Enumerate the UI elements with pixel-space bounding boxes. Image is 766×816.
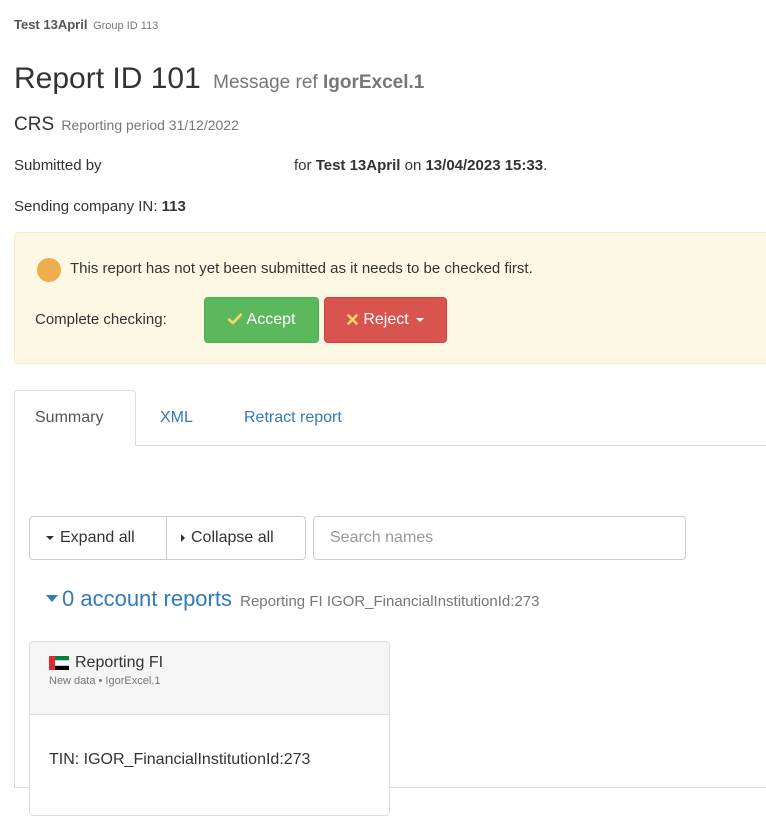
caret-down-icon: [46, 536, 54, 540]
report-page: Test 13April Group ID 113 Report ID 101 …: [0, 0, 766, 816]
reject-label: Reject: [363, 311, 409, 328]
complete-checking-label: Complete checking:: [35, 311, 167, 328]
report-type-line: CRS Reporting period 31/12/2022: [14, 114, 239, 136]
report-id: Report ID 101: [14, 62, 201, 95]
account-reports-count: 0 account reports: [62, 586, 232, 611]
tabs-area: Summary XML Retract report Expand all Co…: [14, 390, 766, 816]
reject-button[interactable]: Reject: [324, 297, 447, 343]
group-line: Test 13April Group ID 113: [14, 17, 158, 32]
tab-retract-report[interactable]: Retract report: [224, 390, 362, 446]
collapse-all-button[interactable]: Collapse all: [166, 517, 288, 559]
fi-panel-header: Reporting FI New data • IgorExcel.1: [30, 642, 389, 715]
caret-down-icon: [46, 595, 58, 603]
fi-title: Reporting FI: [75, 654, 164, 671]
submitted-by-label: Submitted by: [14, 157, 102, 174]
summary-panel: Expand all Collapse all 0 account report…: [14, 445, 766, 816]
message-ref-value: IgorExcel.1: [322, 72, 425, 93]
reporting-period: Reporting period 31/12/2022: [61, 117, 239, 133]
checkmark-icon: [227, 312, 242, 328]
search-names-input[interactable]: [313, 516, 686, 560]
group-id: Group ID 113: [93, 20, 159, 32]
reporting-fi-summary: Reporting FI IGOR_FinancialInstitutionId…: [240, 593, 540, 610]
expand-collapse-group: Expand all Collapse all: [29, 516, 306, 560]
tab-xml[interactable]: XML: [140, 390, 213, 446]
fi-subtitle: New data • IgorExcel.1: [49, 675, 161, 687]
submission-datetime: 13/04/2023 15:33: [425, 157, 544, 174]
submission-details: for Test 13April on 13/04/2023 15:33.: [294, 157, 548, 174]
page-title: Report ID 101 Message ref IgorExcel.1: [14, 62, 424, 96]
submitted-for: Test 13April: [315, 157, 401, 174]
sending-company: Sending company IN: 113: [14, 198, 186, 215]
chevron-down-icon: [415, 318, 424, 322]
warning-alert: This report has not yet been submitted a…: [14, 232, 766, 364]
warning-dot-icon: [37, 258, 61, 282]
message-ref: Message ref IgorExcel.1: [213, 72, 425, 93]
sending-company-in: 113: [161, 198, 186, 215]
group-name: Test 13April: [14, 17, 88, 32]
report-type: CRS: [14, 114, 55, 135]
expand-all-button[interactable]: Expand all: [30, 517, 166, 559]
tab-summary[interactable]: Summary: [14, 390, 136, 446]
submitted-line: Submitted by for Test 13April on 13/04/2…: [14, 157, 754, 174]
close-icon: [347, 312, 359, 328]
fi-tin: TIN: IGOR_FinancialInstitutionId:273: [49, 751, 311, 768]
accept-label: Accept: [246, 311, 296, 328]
reporting-fi-panel: Reporting FI New data • IgorExcel.1 TIN:…: [29, 641, 390, 816]
uae-flag-icon: [49, 656, 69, 670]
account-reports-heading[interactable]: 0 account reports Reporting FI IGOR_Fina…: [46, 586, 539, 612]
caret-right-icon: [181, 534, 185, 542]
alert-message: This report has not yet been submitted a…: [70, 260, 533, 277]
accept-button[interactable]: Accept: [204, 297, 319, 343]
